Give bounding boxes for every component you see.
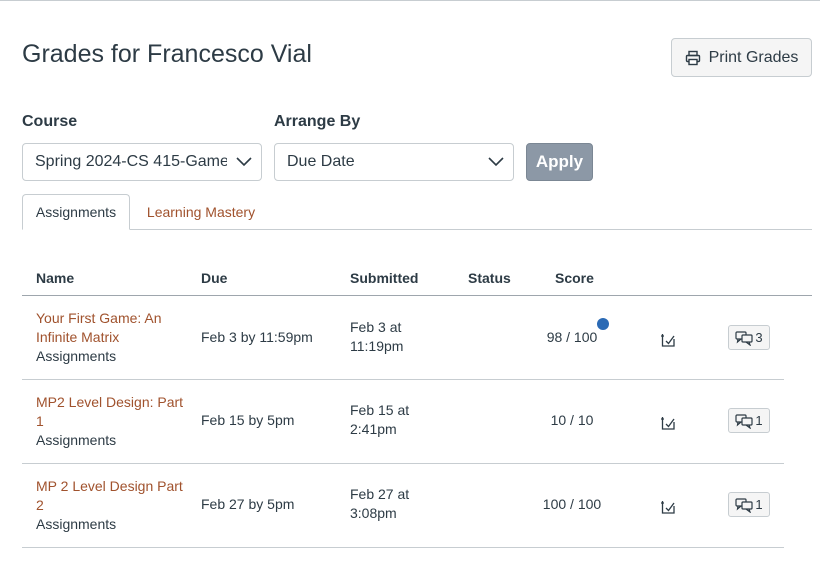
column-header-status: Status xyxy=(468,270,511,286)
assignment-cell: Your First Game: An Infinite Matrix Assi… xyxy=(36,309,186,366)
submitted-date: Feb 27 at 3:08pm xyxy=(350,486,410,521)
tab-assignments[interactable]: Assignments xyxy=(22,194,130,230)
printer-icon xyxy=(685,50,700,65)
course-label: Course xyxy=(22,113,78,130)
assignment-group: Assignments xyxy=(36,432,117,448)
table-row: MP 2 Level Design Part 2 Assignments Feb… xyxy=(22,464,784,548)
assignment-cell: MP 2 Level Design Part 2 Assignments xyxy=(36,477,186,534)
due-date: Feb 15 by 5pm xyxy=(201,412,295,428)
comment-count: 1 xyxy=(755,497,763,512)
comments-button[interactable]: 1 xyxy=(728,408,770,433)
table-row: MP2 Level Design: Part 1 Assignments Feb… xyxy=(22,380,784,464)
rubric-icon[interactable] xyxy=(659,414,677,432)
tab-learning-mastery[interactable]: Learning Mastery xyxy=(134,194,268,230)
comment-count: 1 xyxy=(755,413,763,428)
assignment-group: Assignments xyxy=(36,348,117,364)
print-grades-button[interactable]: Print Grades xyxy=(671,38,812,77)
arrange-by-value: Due Date xyxy=(287,153,355,170)
print-grades-label: Print Grades xyxy=(708,48,799,66)
arrange-by-select[interactable]: Due Date xyxy=(274,143,514,181)
comments-button[interactable]: 1 xyxy=(728,492,770,517)
submitted-date: Feb 15 at 2:41pm xyxy=(350,402,410,437)
column-header-name: Name xyxy=(36,270,75,286)
assignment-group: Assignments xyxy=(36,516,117,532)
submitted-date: Feb 3 at 11:19pm xyxy=(350,319,404,354)
assignment-link[interactable]: MP2 Level Design: Part 1 xyxy=(36,393,186,431)
column-header-due: Due xyxy=(201,270,228,286)
assignment-link[interactable]: MP 2 Level Design Part 2 xyxy=(36,477,186,515)
chevron-down-icon xyxy=(479,144,513,180)
comments-icon xyxy=(735,330,753,346)
comment-count: 3 xyxy=(755,330,763,345)
comments-icon xyxy=(735,413,753,429)
chevron-down-icon xyxy=(227,144,261,180)
assignment-cell: MP2 Level Design: Part 1 Assignments xyxy=(36,393,186,450)
column-header-score: Score xyxy=(555,270,594,286)
table-row: Your First Game: An Infinite Matrix Assi… xyxy=(22,296,784,380)
rubric-icon[interactable] xyxy=(659,498,677,516)
assignment-link[interactable]: Your First Game: An Infinite Matrix xyxy=(36,309,186,347)
unread-indicator xyxy=(597,318,609,330)
course-select[interactable]: Spring 2024-CS 415-Game xyxy=(22,143,262,181)
rubric-icon[interactable] xyxy=(659,331,677,349)
course-select-value: Spring 2024-CS 415-Game xyxy=(35,153,227,170)
due-date: Feb 3 by 11:59pm xyxy=(201,329,313,345)
comments-icon xyxy=(735,497,753,513)
due-date: Feb 27 by 5pm xyxy=(201,496,295,512)
score-value: 10 / 10 xyxy=(550,412,594,428)
arrange-by-label: Arrange By xyxy=(274,113,361,130)
column-header-submitted: Submitted xyxy=(350,270,419,286)
apply-button[interactable]: Apply xyxy=(526,143,593,181)
top-divider xyxy=(0,0,820,1)
comments-button[interactable]: 3 xyxy=(728,325,770,350)
page-title: Grades for Francesco Vial xyxy=(22,40,312,68)
score-value: 98 / 100 xyxy=(546,329,598,345)
score-value: 100 / 100 xyxy=(542,496,602,512)
